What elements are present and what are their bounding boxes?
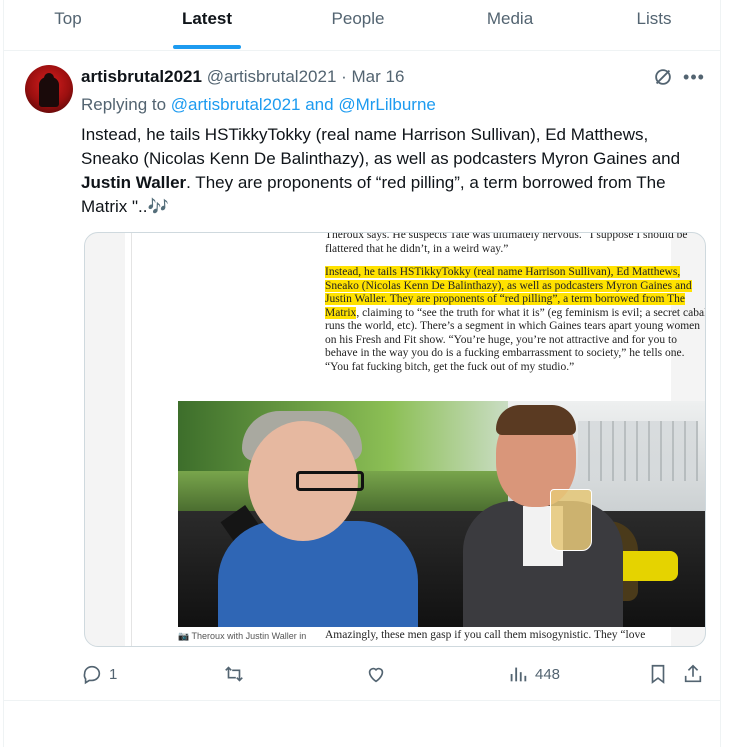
search-tabs: Top Latest People Media Lists: [4, 0, 720, 51]
retweet-icon: [225, 666, 243, 682]
heart-icon: [368, 667, 384, 683]
user-handle[interactable]: @artisbrutal2021: [207, 67, 337, 86]
reply-mention-link[interactable]: @artisbrutal2021: [171, 95, 301, 114]
reply-count: 1: [109, 665, 118, 683]
like-button[interactable]: [365, 660, 393, 688]
active-tab-indicator: [173, 45, 241, 49]
tab-lists[interactable]: Lists: [612, 0, 696, 50]
reply-icon: [83, 665, 101, 685]
retweet-button[interactable]: [223, 660, 251, 688]
tweet-text-part: Instead, he tails HSTikkyTokky (real nam…: [81, 125, 681, 168]
separator: ·: [336, 67, 352, 86]
share-icon: [684, 664, 702, 683]
tab-top[interactable]: Top: [24, 0, 112, 50]
avatar[interactable]: [25, 65, 73, 113]
replying-to: Replying to @artisbrutal2021 and @MrLilb…: [81, 95, 436, 115]
bookmark-button[interactable]: [647, 660, 669, 688]
photo-caption-text: Theroux with Justin Waller in: [191, 631, 307, 641]
tweet-text-bold: Justin Waller: [81, 173, 187, 192]
photo-caption: 📷 Theroux with Justin Waller in: [178, 631, 307, 641]
tab-latest[interactable]: Latest: [162, 0, 252, 50]
tweet-text: Instead, he tails HSTikkyTokky (real nam…: [81, 123, 701, 219]
tab-media[interactable]: Media: [464, 0, 556, 50]
tweet-date[interactable]: Mar 16: [352, 67, 405, 86]
tweet-divider: [4, 700, 720, 701]
tweet-actions: 1 448: [81, 660, 709, 688]
article-paragraph-rest: , claiming to “see the truth for what it…: [325, 306, 706, 373]
reply-button[interactable]: 1: [81, 660, 117, 688]
timeline-column: Top Latest People Media Lists artisbruta…: [3, 0, 721, 747]
bookmark-icon: [651, 664, 665, 684]
more-options-icon[interactable]: •••: [683, 66, 705, 88]
music-notes-emoji: 🎶: [147, 197, 169, 216]
share-button[interactable]: [682, 660, 704, 688]
reply-and: and: [300, 95, 339, 114]
views-button[interactable]: 448: [507, 660, 560, 688]
view-count: 448: [535, 665, 561, 683]
tweet-media-image[interactable]: Theroux says. He suspects Tate was ultim…: [84, 232, 706, 647]
article-paragraph: Theroux says. He suspects Tate was ultim…: [325, 232, 688, 255]
article-photo: [178, 401, 705, 627]
article-paragraph: Instead, he tails HSTikkyTokky (real nam…: [325, 266, 706, 374]
views-chart-icon: [510, 667, 527, 682]
grok-icon[interactable]: [652, 66, 674, 88]
article-paragraph: Amazingly, these men gasp if you call th…: [325, 629, 646, 641]
replying-prefix: Replying to: [81, 95, 171, 114]
display-name[interactable]: artisbrutal2021: [81, 67, 202, 86]
article-screenshot: Theroux says. He suspects Tate was ultim…: [125, 233, 705, 646]
reply-mention-link[interactable]: @MrLilburne: [338, 95, 436, 114]
tweet-header: artisbrutal2021 @artisbrutal2021 · Mar 1…: [81, 67, 404, 87]
tab-people[interactable]: People: [312, 0, 404, 50]
